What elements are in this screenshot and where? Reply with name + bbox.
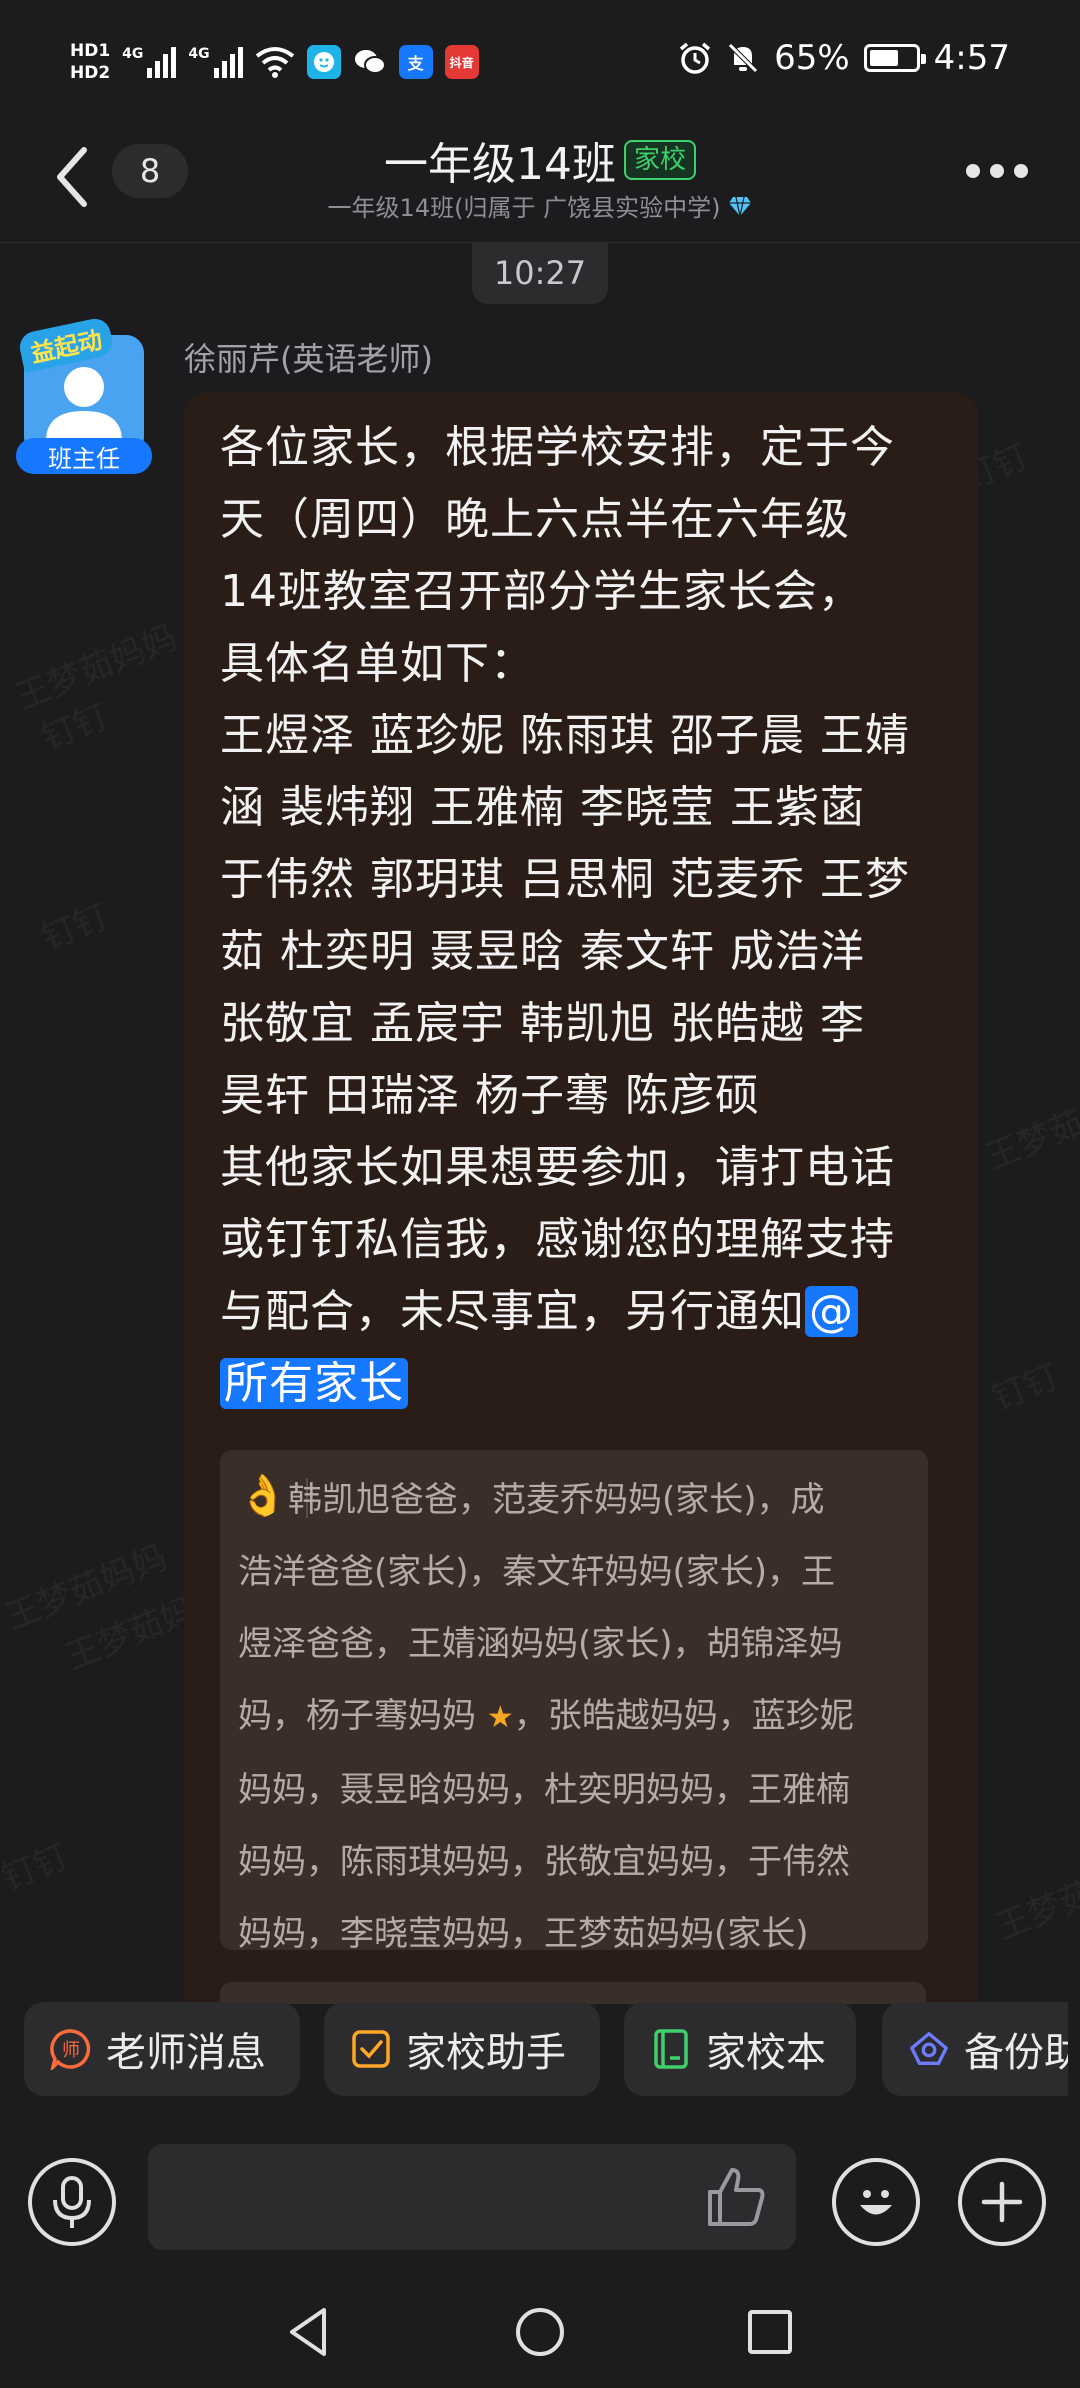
watermark-text: 王梦茹妈妈 <box>977 1070 1080 1179</box>
reaction-line: 妈妈，李晓莹妈妈，王梦茹妈妈(家长) <box>238 1914 809 1954</box>
more-options-icon[interactable] <box>966 164 1028 178</box>
quick-action-bar: 师 老师消息 家校助手 家校本 备份助 <box>0 2002 1080 2134</box>
battery-percent: 65% <box>774 38 850 78</box>
reaction-line-text: 妈，杨子骞妈妈 <box>238 1696 476 1736</box>
wechat-notification-icon <box>352 45 387 79</box>
cloud-icon <box>908 2028 950 2070</box>
time-divider: 10:27 <box>472 242 608 304</box>
signal-bars-icon <box>147 46 177 78</box>
message-line: 于伟然 郭玥琪 吕思桐 范麦乔 王梦 <box>220 854 910 905</box>
group-subtitle: 一年级14班(归属于 广饶县实验中学) <box>327 194 721 222</box>
message-text: 各位家长，根据学校安排，定于今 天（周四）晚上六点半在六年级 14班教室召开部分… <box>220 412 950 1420</box>
hd-indicator: HD1 HD2 <box>70 40 110 84</box>
message-line: 茹 杜奕明 聂昱晗 秦文轩 成浩洋 <box>220 926 865 977</box>
reaction-line: 浩洋爸爸(家长)，秦文轩妈妈(家长)，王 <box>238 1552 836 1592</box>
star-icon: ★ <box>486 1700 514 1735</box>
reaction-line: 韩凯旭爸爸，范麦乔妈妈(家长)，成 <box>288 1480 825 1520</box>
clock: 4:57 <box>933 38 1010 78</box>
quick-action-teacher-message[interactable]: 师 老师消息 <box>24 2002 300 2096</box>
quick-action-home-school-notebook[interactable]: 家校本 <box>624 2002 856 2096</box>
wifi-icon <box>255 47 294 78</box>
quick-action-home-school-helper[interactable]: 家校助手 <box>324 2002 600 2096</box>
message-line: 各位家长，根据学校安排，定于今 <box>220 422 895 473</box>
group-title: 一年级14班 <box>383 139 616 190</box>
alipay-notification-icon: 支 <box>398 45 433 79</box>
signal-sim1: 4G <box>122 46 177 78</box>
sender-name: 徐丽芹(英语老师) <box>184 340 433 378</box>
message-line: 涵 裴炜翔 王雅楠 李晓莹 王紫菡 <box>220 782 865 833</box>
battery-icon <box>863 44 926 72</box>
reaction-line: 妈妈，聂昱晗妈妈，杜奕明妈妈，王雅楠 <box>238 1770 850 1810</box>
smiley-icon <box>860 2190 892 2215</box>
quick-action-label: 家校本 <box>706 2030 826 2076</box>
message-line: 昊轩 田瑞泽 杨子骞 陈彦硕 <box>220 1070 760 1121</box>
mention-all-parents[interactable]: 所有家长 <box>220 1358 408 1409</box>
microphone-icon <box>53 2176 91 2228</box>
nav-back-icon[interactable] <box>282 2304 338 2360</box>
signal-bars-icon <box>213 46 243 78</box>
status-left: HD1 HD2 4G 4G 支 抖音 <box>70 40 479 84</box>
watermark-text: 钉钉 <box>0 1829 75 1900</box>
teacher-icon: 师 <box>50 2028 92 2070</box>
status-right: 65% 4:57 <box>678 38 1010 78</box>
system-navigation-bar <box>0 2276 1080 2388</box>
reaction-line-text: ，张皓越妈妈，蓝珍妮 <box>513 1696 854 1736</box>
reaction-list[interactable]: 👌 韩凯旭爸爸，范麦乔妈妈(家长)，成 浩洋爸爸(家长)，秦文轩妈妈(家长)，王… <box>220 1450 928 1954</box>
watermark-text: 王梦茹妈妈 <box>987 1840 1080 1949</box>
watermark-text: 钉钉 <box>983 1349 1064 1420</box>
reaction-line: 煜泽爸爸，王婧涵妈妈(家长)，胡锦泽妈 <box>238 1624 843 1664</box>
quick-action-label: 备份助 <box>964 2030 1068 2076</box>
message-line: 与配合，未尽事宜，另行通知@ <box>220 1276 950 1348</box>
svg-text:师: 师 <box>62 2040 80 2061</box>
mute-bell-icon <box>728 43 758 73</box>
message-line: 或钉钉私信我，感谢您的理解支持 <box>220 1214 895 1265</box>
quick-action-backup-helper[interactable]: 备份助 <box>882 2002 1068 2096</box>
role-badge: 班主任 <box>16 438 152 474</box>
message-line: 张敬宜 孟宸宇 韩凯旭 张皓越 李 <box>220 998 865 1049</box>
reaction-line: 妈妈，陈雨琪妈妈，张敬宜妈妈，于伟然 <box>238 1842 850 1882</box>
subtitle-row[interactable]: 一年级14班(归属于 广饶县实验中学) <box>0 188 1080 223</box>
message-line: 所有家长 <box>220 1348 950 1420</box>
chat-header: 8 一年级14班 家校 一年级14班(归属于 广饶县实验中学) <box>0 120 1080 243</box>
message-bubble[interactable]: 各位家长，根据学校安排，定于今 天（周四）晚上六点半在六年级 14班教室召开部分… <box>184 392 978 2004</box>
status-bar: HD1 HD2 4G 4G 支 抖音 65% 4:57 <box>0 0 1080 120</box>
notebook-icon <box>650 2028 692 2070</box>
diamond-icon <box>729 196 752 216</box>
check-icon <box>350 2028 392 2070</box>
thumbs-up-icon[interactable] <box>704 2166 768 2228</box>
hd2-label: HD2 <box>70 63 111 83</box>
emoji-button[interactable] <box>832 2158 920 2246</box>
sim1-network-label: 4G <box>122 46 144 62</box>
reaction-names: 韩凯旭爸爸，范麦乔妈妈(家长)，成 浩洋爸爸(家长)，秦文轩妈妈(家长)，王 煜… <box>238 1464 918 1970</box>
voice-input-button[interactable] <box>28 2158 116 2246</box>
message-line: 其他家长如果想要参加，请打电话 <box>220 1142 895 1193</box>
nav-recents-icon[interactable] <box>742 2304 798 2360</box>
title-row[interactable]: 一年级14班 家校 <box>0 128 1080 192</box>
battery-fill <box>869 50 899 66</box>
more-actions-button[interactable] <box>958 2158 1046 2246</box>
message-line: 王煜泽 蓝珍妮 陈雨琪 邵子晨 王婧 <box>220 710 910 761</box>
input-bar <box>0 2134 1080 2276</box>
mention-all-at[interactable]: @ <box>805 1286 858 1337</box>
hd1-label: HD1 <box>70 41 111 61</box>
nav-home-icon[interactable] <box>512 2304 568 2360</box>
alarm-icon <box>679 42 711 74</box>
message-line-text: 与配合，未尽事宜，另行通知 <box>220 1286 805 1337</box>
sim2-network-label: 4G <box>188 46 210 62</box>
message-line: 天（周四）晚上六点半在六年级 <box>220 494 850 545</box>
plus-icon <box>981 2181 1023 2223</box>
douyin-notification-icon: 抖音 <box>444 45 479 79</box>
message-line: 14班教室召开部分学生家长会， <box>220 566 863 617</box>
watermark-text: 钉钉 <box>33 889 114 960</box>
message-line: 具体名单如下： <box>220 638 535 689</box>
message-input[interactable] <box>148 2144 796 2250</box>
signal-sim2: 4G <box>188 46 243 78</box>
quick-action-label: 家校助手 <box>406 2030 566 2076</box>
group-type-tag: 家校 <box>623 140 696 180</box>
quick-action-label: 老师消息 <box>106 2030 266 2076</box>
reaction-line: 妈，杨子骞妈妈 ★，张皓越妈妈，蓝珍妮 <box>238 1680 918 1754</box>
dingtalk-notification-icon <box>306 45 341 79</box>
